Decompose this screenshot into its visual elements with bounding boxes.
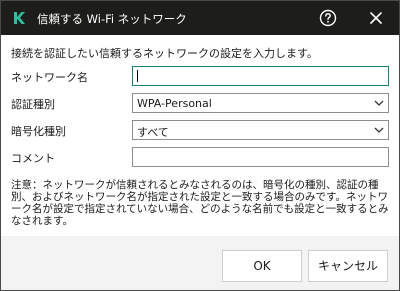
encryption-type-label: 暗号化種別 [11, 125, 66, 138]
close-icon[interactable] [368, 10, 384, 26]
encryption-type-value: すべて [137, 126, 169, 139]
auth-type-value: WPA-Personal [137, 97, 212, 110]
comment-field[interactable] [132, 147, 389, 167]
help-icon[interactable] [319, 9, 337, 27]
chevron-down-icon [374, 127, 384, 133]
instruction-text: 接続を認証したい信頼するネットワークの設定を入力します。 [11, 47, 318, 60]
chevron-down-icon [374, 100, 384, 106]
network-name-label: ネットワーク名 [11, 71, 88, 84]
kaspersky-k-icon [14, 12, 25, 24]
dialog-footer: OK キャンセル [1, 236, 399, 290]
auth-type-label: 認証種別 [11, 98, 55, 111]
network-name-input[interactable] [133, 67, 388, 85]
encryption-type-select[interactable]: すべて [132, 120, 389, 140]
auth-type-select[interactable]: WPA-Personal [132, 93, 389, 113]
comment-input[interactable] [133, 148, 388, 166]
comment-label: コメント [11, 152, 55, 165]
text-caret [137, 70, 138, 82]
network-name-field[interactable] [132, 66, 389, 86]
ok-button[interactable]: OK [222, 250, 302, 282]
window-title: 信頼する Wi-Fi ネットワーク [37, 12, 187, 26]
title-bar: 信頼する Wi-Fi ネットワーク [1, 1, 399, 35]
cancel-button[interactable]: キャンセル [308, 250, 388, 282]
note-text: 注意：ネットワークが信頼されるとみなされるのは、暗号化の種別、認証の種別、および… [11, 179, 389, 227]
trusted-wifi-dialog: 信頼する Wi-Fi ネットワーク 接続を認証したい信頼するネットワークの設定を… [0, 0, 400, 291]
